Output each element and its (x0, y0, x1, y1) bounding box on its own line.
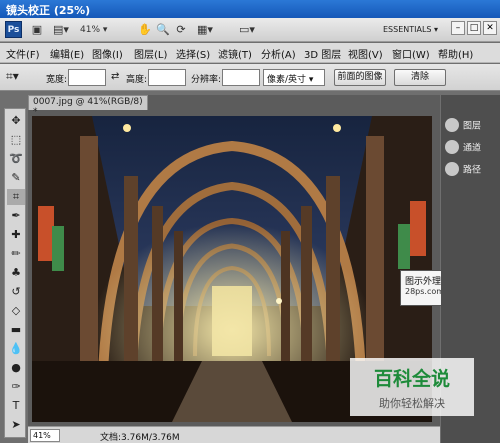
menu-analysis[interactable]: 分析(A) (261, 46, 296, 61)
menu-window[interactable]: 窗口(W) (392, 46, 430, 61)
crop-tool-icon[interactable]: ⌗ (7, 189, 25, 205)
pen-tool-icon[interactable]: ✑ (7, 379, 25, 395)
resolution-input[interactable] (222, 69, 260, 86)
workspace-switcher[interactable]: ESSENTIALS ▾ (383, 22, 443, 38)
menu-filter[interactable]: 滤镜(T) (218, 46, 252, 61)
marquee-tool-icon[interactable]: ⬚ (7, 132, 25, 148)
watermark-subtitle: 助你轻松解决 (379, 397, 445, 410)
eraser-tool-icon[interactable]: ◇ (7, 303, 25, 319)
menu-3d[interactable]: 3D 图层 (304, 46, 341, 61)
menu-help[interactable]: 帮助(H) (438, 46, 473, 61)
view-extras-icon[interactable]: ▤▾ (50, 22, 72, 38)
width-input[interactable] (68, 69, 106, 86)
app-bar: Ps ▣ ▤▾ 41% ▾ ✋ 🔍 ⟳ ▦▾ ▭▾ ESSENTIALS ▾ –… (0, 18, 500, 42)
panel-layers[interactable]: 图层 (445, 118, 497, 138)
zoom-icon[interactable]: 🔍 (156, 22, 170, 38)
eyedropper-tool-icon[interactable]: ✒ (7, 208, 25, 224)
resolution-unit-select[interactable]: 像素/英寸 ▾ (263, 69, 325, 86)
photoshop-logo-icon: Ps (5, 21, 22, 38)
menu-bar: 文件(F) 编辑(E) 图像(I) 图层(L) 选择(S) 滤镜(T) 分析(A… (0, 43, 500, 63)
document-tab[interactable]: 0007.jpg @ 41%(RGB/8) * (28, 95, 148, 117)
lasso-tool-icon[interactable]: ➰ (7, 151, 25, 167)
menu-file[interactable]: 文件(F) (6, 46, 40, 61)
menu-view[interactable]: 视图(V) (348, 46, 383, 61)
history-brush-tool-icon[interactable]: ↺ (7, 284, 25, 300)
menu-layer[interactable]: 图层(L) (134, 46, 167, 61)
menu-edit[interactable]: 编辑(E) (50, 46, 84, 61)
height-label: 高度: (126, 75, 148, 85)
hand-icon[interactable]: ✋ (138, 22, 152, 38)
document-size[interactable]: 文档:3.76M/3.76M (100, 430, 180, 443)
zoom-field[interactable]: 41% (30, 429, 60, 442)
status-bar: 41% 文档:3.76M/3.76M (28, 426, 440, 443)
width-label: 宽度: (46, 75, 68, 85)
options-bar: ⌗▾ 宽度: ⇄ 高度: 分辨率: 像素/英寸 ▾ 前面的图像 清除 (0, 64, 500, 91)
watermark: 百科全说 助你轻松解决 (350, 358, 474, 416)
clone-stamp-tool-icon[interactable]: ♣ (7, 265, 25, 281)
menu-select[interactable]: 选择(S) (176, 46, 210, 61)
rotate-view-icon[interactable]: ⟳ (174, 22, 188, 38)
channels-icon (445, 140, 459, 154)
paths-icon (445, 162, 459, 176)
window-title: 镜头校正 (25%) (0, 0, 500, 18)
panel-channels[interactable]: 通道 (445, 140, 497, 160)
clear-button[interactable]: 清除 (394, 69, 446, 86)
dodge-tool-icon[interactable]: ● (7, 360, 25, 376)
layers-icon (445, 118, 459, 132)
maximize-button[interactable]: □ (467, 21, 481, 35)
quick-select-tool-icon[interactable]: ✎ (7, 170, 25, 186)
path-select-tool-icon[interactable]: ➤ (7, 417, 25, 433)
gradient-tool-icon[interactable]: ▬ (7, 322, 25, 338)
height-input[interactable] (148, 69, 186, 86)
brush-tool-icon[interactable]: ✏ (7, 246, 25, 262)
close-button[interactable]: ✕ (483, 21, 497, 35)
panel-paths[interactable]: 路径 (445, 162, 497, 182)
tools-panel: ✥ ⬚ ➰ ✎ ⌗ ✒ ✚ ✏ ♣ ↺ ◇ ▬ 💧 ● ✑ T ➤ (4, 108, 26, 438)
minimize-button[interactable]: – (451, 21, 465, 35)
swap-icon[interactable]: ⇄ (111, 71, 119, 82)
panel-channels-label: 通道 (463, 143, 482, 154)
type-tool-icon[interactable]: T (7, 398, 25, 414)
bridge-icon[interactable]: ▣ (30, 22, 44, 38)
panel-paths-label: 路径 (463, 165, 482, 176)
crop-tool-preset-icon[interactable]: ⌗▾ (6, 69, 19, 84)
healing-brush-tool-icon[interactable]: ✚ (7, 227, 25, 243)
panel-layers-label: 图层 (463, 121, 482, 132)
arrange-documents-icon[interactable]: ▦▾ (194, 22, 216, 38)
zoom-select[interactable]: 41% ▾ (80, 22, 130, 38)
blur-tool-icon[interactable]: 💧 (7, 341, 25, 357)
move-tool-icon[interactable]: ✥ (7, 113, 25, 129)
menu-image[interactable]: 图像(I) (92, 46, 123, 61)
resolution-label: 分辨率: (191, 75, 222, 85)
watermark-title: 百科全说 (373, 368, 450, 390)
screen-mode-icon[interactable]: ▭▾ (236, 22, 258, 38)
front-image-button[interactable]: 前面的图像 (334, 69, 386, 86)
